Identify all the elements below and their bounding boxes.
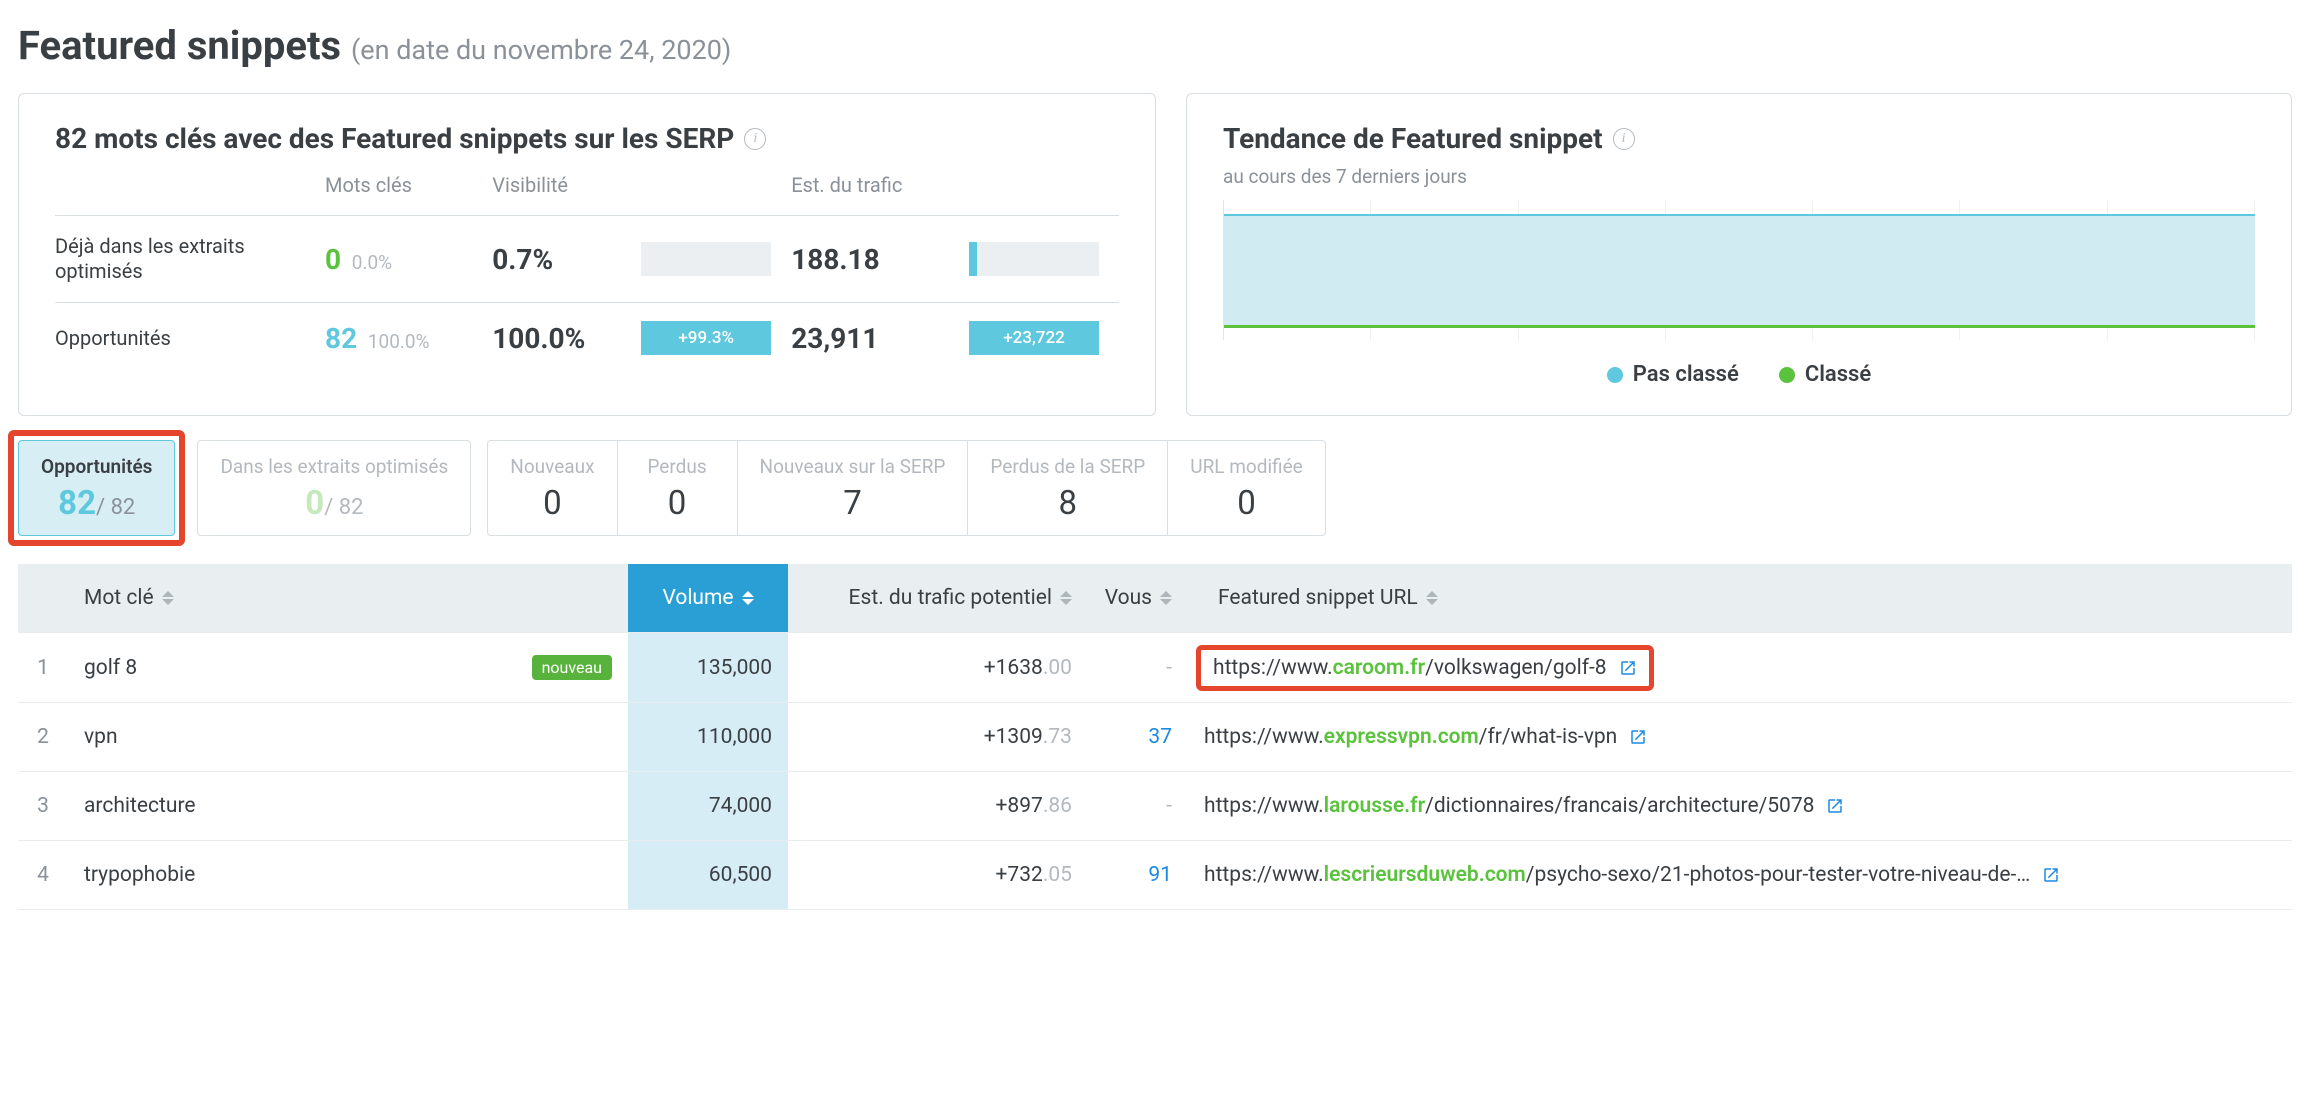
info-icon[interactable]: i (1613, 128, 1635, 150)
badge-new: nouveau (532, 655, 612, 680)
sort-icon (162, 591, 174, 605)
sort-icon (1160, 591, 1172, 605)
keyword-text[interactable]: architecture (84, 794, 196, 818)
th-traffic[interactable]: Est. du trafic potentiel (788, 564, 1088, 633)
table-row: 4 trypophobie 60,500 +732.05 91 https://… (18, 841, 2292, 910)
keyword-text[interactable]: vpn (84, 725, 118, 749)
summary-metrics-table: Mots clés Visibilité Est. du trafic Déjà… (55, 165, 1119, 373)
external-link-icon[interactable] (1619, 659, 1637, 677)
traffic-bar (969, 242, 1099, 276)
dot-icon (1779, 367, 1795, 383)
snippet-url[interactable]: https://www.expressvpn.com/fr/what-is-vp… (1204, 725, 1617, 749)
dot-icon (1607, 367, 1623, 383)
traffic-value: +1638.00 (788, 633, 1088, 703)
volume-value: 60,500 (628, 841, 788, 910)
tab-lost-from-serp[interactable]: Perdus de la SERP 8 (968, 441, 1168, 535)
external-link-icon[interactable] (1629, 728, 1647, 746)
page-title: Featured snippets (en date du novembre 2… (18, 22, 2292, 69)
traffic-value: +1309.73 (788, 703, 1088, 772)
tab-url-changed[interactable]: URL modifiée 0 (1168, 441, 1325, 535)
trend-line-ranked (1224, 325, 2255, 328)
tab-opportunities[interactable]: Opportunités 82/ 82 (18, 440, 175, 536)
traffic-bar: +23,722 (969, 321, 1099, 355)
you-position: 91 (1148, 863, 1172, 887)
snippet-url[interactable]: https://www.lescrieursduweb.com/psycho-s… (1204, 863, 2030, 887)
summary-card: 82 mots clés avec des Featured snippets … (18, 93, 1156, 416)
you-position: - (1166, 656, 1172, 680)
traffic-value: 23,911 (791, 322, 878, 355)
volume-value: 74,000 (628, 772, 788, 841)
trend-card-subtitle: au cours des 7 derniers jours (1223, 165, 2255, 188)
sort-icon (1426, 591, 1438, 605)
col-keywords: Mots clés (325, 165, 492, 216)
visibility-bar: +99.3% (641, 321, 771, 355)
col-traffic: Est. du trafic (791, 165, 969, 216)
tab-new-on-serp[interactable]: Nouveaux sur la SERP 7 (738, 441, 969, 535)
visibility-value: 100.0% (492, 322, 585, 355)
traffic-value: +897.86 (788, 772, 1088, 841)
traffic-value: +732.05 (788, 841, 1088, 910)
table-row: 3 architecture 74,000 +897.86 - https://… (18, 772, 2292, 841)
traffic-value: 188.18 (791, 243, 879, 276)
page-subtitle: (en date du novembre 24, 2020) (351, 34, 731, 66)
row-index: 2 (18, 703, 68, 772)
col-visibility: Visibilité (492, 165, 641, 216)
volume-value: 110,000 (628, 703, 788, 772)
external-link-icon[interactable] (2042, 866, 2060, 884)
trend-chart (1223, 200, 2255, 340)
visibility-bar (641, 242, 771, 276)
keyword-text[interactable]: golf 8 (84, 656, 137, 680)
sort-icon (1060, 591, 1072, 605)
table-row: 1 golf 8 nouveau 135,000 +1638.00 - https… (18, 633, 2292, 703)
you-position: 37 (1148, 725, 1172, 749)
trend-legend: Pas classé Classé (1223, 362, 2255, 387)
keyword-text[interactable]: trypophobie (84, 863, 195, 887)
keywords-table: Mot clé Volume Est. du trafic potentiel … (18, 564, 2292, 910)
info-icon[interactable]: i (744, 128, 766, 150)
tab-new[interactable]: Nouveaux 0 (488, 441, 617, 535)
th-volume[interactable]: Volume (628, 564, 788, 633)
legend-ranked[interactable]: Classé (1779, 362, 1871, 387)
highlight-annotation: https://www.caroom.fr/volkswagen/golf-8 (1196, 645, 1654, 691)
legend-unranked[interactable]: Pas classé (1607, 362, 1739, 387)
table-row: 2 vpn 110,000 +1309.73 37 https://www.ex… (18, 703, 2292, 772)
row-index: 1 (18, 633, 68, 703)
snippet-url[interactable]: https://www.caroom.fr/volkswagen/golf-8 (1213, 656, 1607, 680)
th-you[interactable]: Vous (1088, 564, 1188, 633)
th-keyword[interactable]: Mot clé (68, 564, 628, 633)
you-position: - (1166, 794, 1172, 818)
row-already-in-snippets: Déjà dans les extraits optimisés 0 0.0% … (55, 216, 1119, 303)
row-index: 3 (18, 772, 68, 841)
kw-count: 82 (325, 322, 357, 355)
visibility-value: 0.7% (492, 243, 553, 276)
summary-card-title: 82 mots clés avec des Featured snippets … (55, 122, 1119, 155)
trend-card-title: Tendance de Featured snippet i (1223, 122, 2255, 155)
tab-lost[interactable]: Perdus 0 (618, 441, 738, 535)
trend-card: Tendance de Featured snippet i au cours … (1186, 93, 2292, 416)
th-url[interactable]: Featured snippet URL (1188, 564, 2292, 633)
external-link-icon[interactable] (1826, 797, 1844, 815)
trend-area-unranked (1224, 214, 2255, 326)
volume-value: 135,000 (628, 633, 788, 703)
snippet-url[interactable]: https://www.larousse.fr/dictionnaires/fr… (1204, 794, 1814, 818)
sort-icon (742, 591, 754, 605)
row-opportunities: Opportunités 82 100.0% 100.0% +99.3% 23,… (55, 303, 1119, 374)
row-index: 4 (18, 841, 68, 910)
tab-group-changes: Nouveaux 0 Perdus 0 Nouveaux sur la SERP… (487, 440, 1325, 536)
kw-count: 0 (325, 243, 341, 276)
tab-in-snippets[interactable]: Dans les extraits optimisés 0/ 82 (197, 440, 471, 536)
filter-tabs: Opportunités 82/ 82 Dans les extraits op… (18, 440, 2292, 536)
page-title-text: Featured snippets (18, 22, 341, 69)
highlight-annotation: Opportunités 82/ 82 (8, 430, 185, 546)
